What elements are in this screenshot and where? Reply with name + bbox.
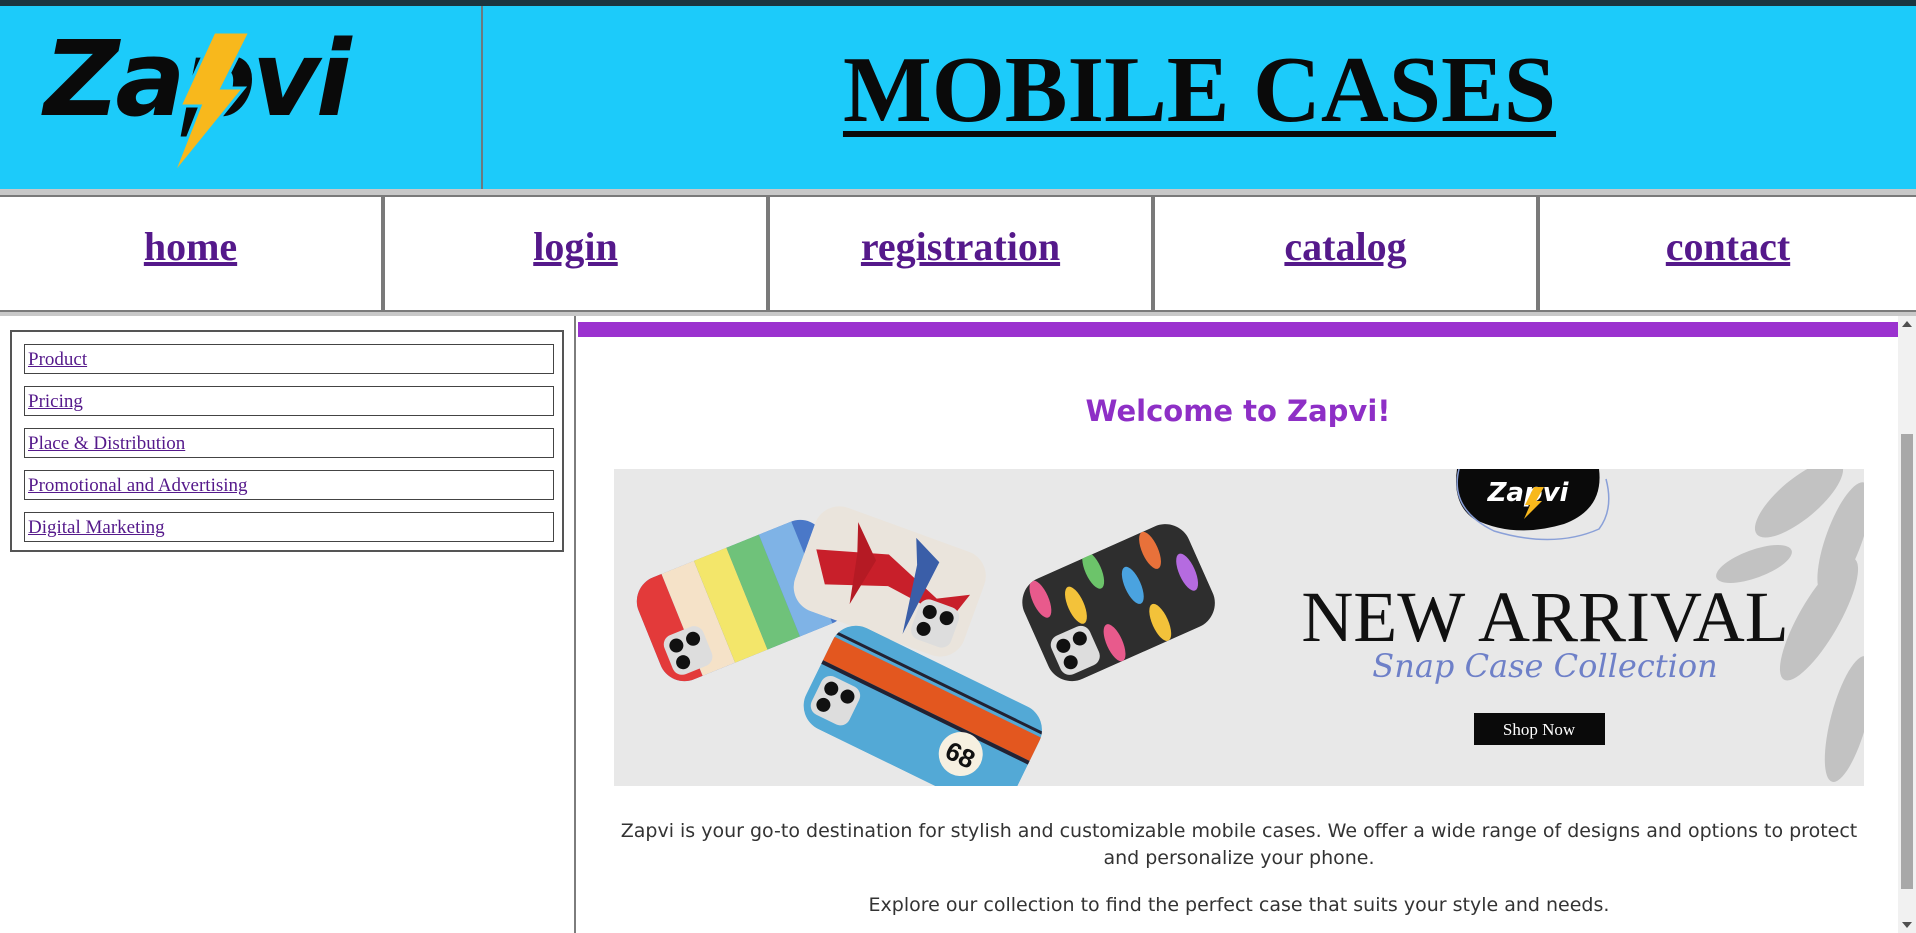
sidebar-item-product: Product: [24, 344, 554, 374]
nav-link-home[interactable]: home: [144, 224, 237, 269]
scroll-thumb[interactable]: [1901, 434, 1913, 889]
sidebar-link-promotional-advertising[interactable]: Promotional and Advertising: [28, 475, 248, 497]
sidebar-item-pricing: Pricing: [24, 386, 554, 416]
sidebar-link-pricing[interactable]: Pricing: [28, 391, 83, 413]
site-header: Zapvi MOBILE CASES: [0, 6, 1916, 189]
nav-link-login[interactable]: login: [533, 224, 617, 269]
frame-scrollbar[interactable]: [1898, 316, 1916, 933]
sidebar-menu: Product Pricing Place & Distribution Pro…: [10, 330, 564, 552]
banner-headline: NEW ARRIVAL: [1301, 577, 1788, 657]
logo-cell: Zapvi: [0, 6, 483, 189]
page-title: MOBILE CASES: [483, 6, 1916, 189]
nav-cell-registration: registration: [768, 195, 1153, 312]
banner-subhead: Snap Case Collection: [1372, 647, 1717, 685]
accent-bar: [578, 322, 1898, 337]
page-title-text: MOBILE CASES: [842, 38, 1557, 142]
nav-cell-login: login: [383, 195, 768, 312]
new-arrival-banner[interactable]: 68 Zapvi NEW ARRIVAL Snap Case Collectio…: [614, 469, 1864, 786]
lightning-bolt-icon: [170, 32, 252, 177]
nav-link-registration[interactable]: registration: [861, 224, 1060, 269]
nav-link-catalog[interactable]: catalog: [1284, 224, 1406, 269]
explore-paragraph: Explore our collection to find the perfe…: [868, 894, 1610, 916]
banner-artwork: 68 Zapvi NEW ARRIVAL Snap Case Collectio…: [629, 469, 1864, 786]
scroll-down-arrow-icon[interactable]: [1902, 922, 1912, 928]
sidebar-link-place-distribution[interactable]: Place & Distribution: [28, 433, 185, 455]
content-area: Product Pricing Place & Distribution Pro…: [0, 316, 1916, 933]
main-nav: home login registration catalog contact: [0, 189, 1916, 316]
sidebar-link-product[interactable]: Product: [28, 349, 87, 371]
nav-link-contact[interactable]: contact: [1666, 224, 1790, 269]
welcome-heading: Welcome to Zapvi!: [1085, 394, 1391, 428]
feather-case: [1014, 515, 1224, 690]
shop-now-label: Shop Now: [1503, 720, 1576, 739]
sidebar-item-promotional-advertising: Promotional and Advertising: [24, 470, 554, 500]
main-frame: Welcome to Zapvi! 68 Zapvi NEW ARRIVAL S…: [578, 322, 1898, 933]
scroll-up-arrow-icon[interactable]: [1902, 321, 1912, 327]
intro-paragraph: Zapvi is your go-to destination for styl…: [620, 820, 1858, 869]
sidebar-item-place-distribution: Place & Distribution: [24, 428, 554, 458]
frame-divider[interactable]: [574, 316, 576, 933]
zapvi-logo[interactable]: Zapvi: [44, 20, 384, 177]
sidebar-item-digital-marketing: Digital Marketing: [24, 512, 554, 542]
splash-case: [786, 499, 994, 664]
nav-cell-catalog: catalog: [1153, 195, 1538, 312]
nav-cell-home: home: [0, 195, 383, 312]
sidebar-link-digital-marketing[interactable]: Digital Marketing: [28, 517, 165, 539]
nav-cell-contact: contact: [1538, 195, 1916, 312]
